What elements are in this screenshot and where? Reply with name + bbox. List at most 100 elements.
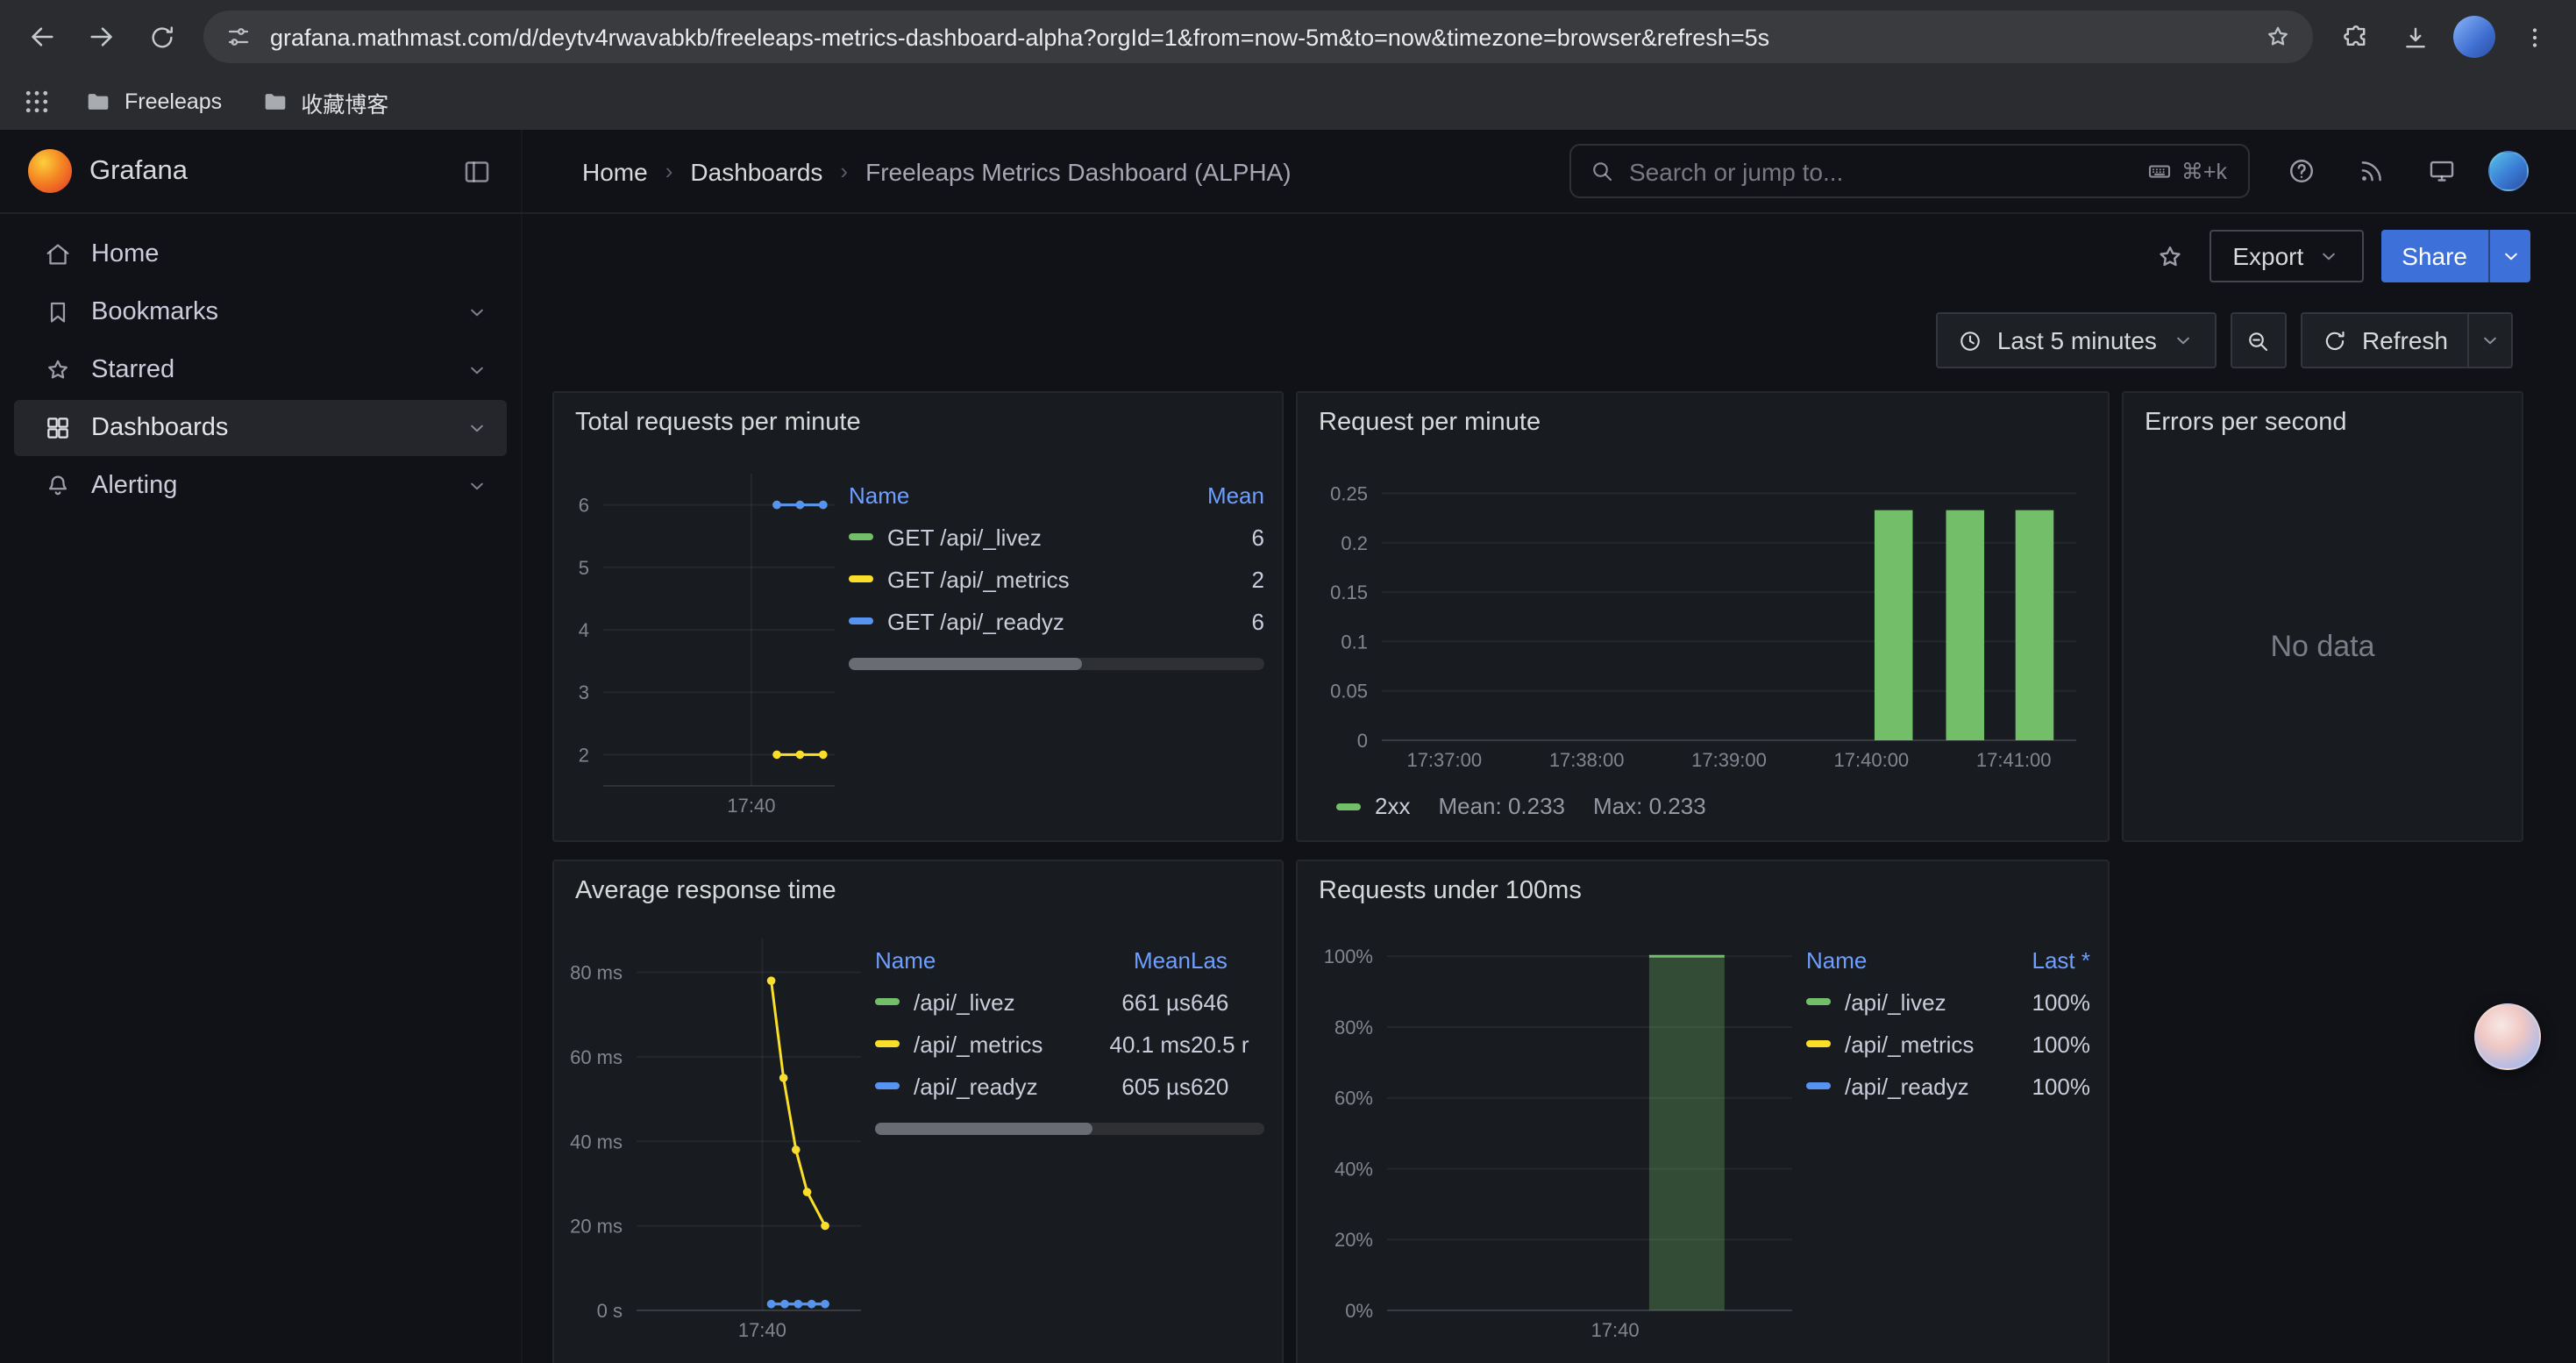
series-value: 620 — [1191, 1073, 1264, 1099]
chevron-down-icon[interactable] — [465, 300, 489, 325]
bookmark-item[interactable]: Freeleaps — [84, 88, 222, 116]
chevron-down-icon[interactable] — [465, 474, 489, 498]
bookmark-icon — [44, 298, 72, 326]
panel-header[interactable]: Requests under 100ms — [1298, 861, 2108, 921]
series-name[interactable]: GET /api/_livez — [887, 524, 1042, 550]
breadcrumb-item[interactable]: Dashboards — [690, 157, 822, 185]
legend-series[interactable]: 2xx — [1336, 793, 1410, 819]
sidebar: Home BookmarksStarredDashboardsAlerting — [0, 214, 523, 1363]
dashboards-icon — [44, 414, 72, 442]
series-name[interactable]: /api/_metrics — [1845, 1031, 1974, 1057]
time-range-picker[interactable]: Last 5 minutes — [1936, 312, 2217, 368]
legend-row[interactable]: /api/_livez100% — [1806, 981, 2090, 1023]
dashboard-actions: Export Share — [523, 214, 2576, 298]
scrollbar-thumb[interactable] — [875, 1123, 1093, 1135]
average-response-time-chart: 80 ms60 ms40 ms20 ms0 s17:40 — [566, 938, 861, 1363]
series-color-swatch — [875, 1082, 900, 1089]
sidebar-item-dashboards[interactable]: Dashboards — [14, 400, 507, 456]
share-menu-button[interactable] — [2488, 230, 2530, 282]
panel-header[interactable]: Request per minute — [1298, 393, 2108, 453]
svg-text:40 ms: 40 ms — [570, 1131, 623, 1152]
breadcrumb-item[interactable]: Home — [582, 157, 648, 185]
series-color-swatch — [849, 575, 873, 582]
forward-button[interactable] — [74, 9, 130, 65]
series-name[interactable]: /api/_readyz — [1845, 1073, 1969, 1099]
search-input[interactable] — [1629, 157, 2132, 185]
reload-button[interactable] — [133, 9, 189, 65]
url-bar[interactable]: grafana.mathmast.com/d/deytv4rwavabkb/fr… — [203, 11, 2313, 63]
svg-text:0.2: 0.2 — [1341, 532, 1368, 554]
zoom-out-button[interactable] — [2231, 312, 2287, 368]
back-button[interactable] — [14, 9, 70, 65]
panel-requests-under-100ms: Requests under 100ms 100%80%60%40%20%0%1… — [1296, 860, 2110, 1363]
apps-grid-icon[interactable] — [21, 86, 53, 118]
chevron-down-icon — [2498, 244, 2523, 268]
legend-row[interactable]: GET /api/_readyz6 — [849, 600, 1264, 642]
sidebar-item-label: Home — [91, 240, 489, 268]
favorite-button[interactable] — [2146, 233, 2192, 279]
share-label: Share — [2402, 242, 2467, 270]
floating-avatar[interactable] — [2474, 1003, 2541, 1070]
svg-text:60%: 60% — [1334, 1088, 1373, 1110]
chevron-down-icon[interactable] — [465, 416, 489, 440]
help-button[interactable] — [2278, 148, 2323, 194]
shortcut-label: ⌘+k — [2181, 158, 2227, 184]
share-button[interactable]: Share — [2380, 230, 2488, 282]
legend-row[interactable]: /api/_readyz100% — [1806, 1065, 2090, 1107]
series-value: 40.1 ms — [1082, 1031, 1191, 1057]
sidebar-item-home[interactable]: Home — [14, 226, 507, 282]
series-name[interactable]: GET /api/_readyz — [887, 608, 1064, 634]
bookmark-star-icon[interactable] — [2264, 23, 2292, 51]
no-data-message: No data — [2124, 453, 2522, 840]
bell-icon — [44, 472, 72, 500]
legend-row[interactable]: /api/_livez661 µs646 — [875, 981, 1264, 1023]
extensions-button[interactable] — [2327, 9, 2383, 65]
request-per-minute-chart: 0.250.20.150.10.05017:37:0017:38:0017:39… — [1312, 474, 2090, 775]
chevron-down-icon — [2478, 328, 2502, 353]
profile-button[interactable] — [2446, 9, 2502, 65]
refresh-interval-button[interactable] — [2467, 312, 2513, 368]
bookmark-label: 收藏博客 — [301, 85, 388, 118]
series-color-swatch — [849, 533, 873, 540]
legend-row[interactable]: GET /api/_metrics2 — [849, 558, 1264, 600]
bookmark-item[interactable]: 收藏博客 — [260, 85, 388, 118]
site-settings-icon[interactable] — [224, 23, 253, 51]
chevron-down-icon[interactable] — [465, 358, 489, 382]
legend-row[interactable]: /api/_metrics40.1 ms20.5 r — [875, 1023, 1264, 1065]
panel-header[interactable]: Errors per second — [2124, 393, 2522, 453]
display-button[interactable] — [2418, 148, 2464, 194]
scrollbar-thumb[interactable] — [849, 658, 1081, 670]
monitor-icon — [2426, 156, 2456, 186]
series-color-swatch — [875, 1040, 900, 1047]
sidebar-item-alerting[interactable]: Alerting — [14, 458, 507, 514]
svg-text:17:39:00: 17:39:00 — [1691, 749, 1767, 771]
news-button[interactable] — [2348, 148, 2394, 194]
rss-icon — [2356, 156, 2386, 186]
legend-scrollbar[interactable] — [875, 1123, 1264, 1135]
downloads-button[interactable] — [2387, 9, 2443, 65]
browser-menu-button[interactable] — [2506, 9, 2562, 65]
user-avatar[interactable] — [2488, 151, 2529, 191]
series-name[interactable]: /api/_livez — [914, 988, 1015, 1015]
refresh-button[interactable]: Refresh — [2301, 312, 2469, 368]
panel-title: Requests under 100ms — [1319, 877, 1582, 905]
export-button[interactable]: Export — [2210, 230, 2363, 282]
series-name[interactable]: /api/_livez — [1845, 988, 1946, 1015]
sidebar-item-starred[interactable]: Starred — [14, 342, 507, 398]
series-name[interactable]: GET /api/_metrics — [887, 566, 1070, 592]
series-name[interactable]: /api/_metrics — [914, 1031, 1042, 1057]
url-text[interactable]: grafana.mathmast.com/d/deytv4rwavabkb/fr… — [270, 24, 2246, 50]
sidebar-item-bookmarks[interactable]: Bookmarks — [14, 284, 507, 340]
series-name[interactable]: /api/_readyz — [914, 1073, 1038, 1099]
panel-header[interactable]: Total requests per minute — [554, 393, 1282, 453]
legend-row[interactable]: /api/_readyz605 µs620 — [875, 1065, 1264, 1107]
legend-row[interactable]: GET /api/_livez6 — [849, 516, 1264, 558]
grafana-logo[interactable] — [28, 149, 72, 193]
legend-scrollbar[interactable] — [849, 658, 1264, 670]
legend-row[interactable]: /api/_metrics100% — [1806, 1023, 2090, 1065]
search-box[interactable]: ⌘+k — [1569, 144, 2250, 198]
bookmarks-list: Freeleaps 收藏博客 — [84, 85, 388, 118]
sidebar-nav: Home BookmarksStarredDashboardsAlerting — [0, 226, 521, 514]
panel-header[interactable]: Average response time — [554, 861, 1282, 921]
sidebar-toggle-icon[interactable] — [461, 155, 493, 187]
